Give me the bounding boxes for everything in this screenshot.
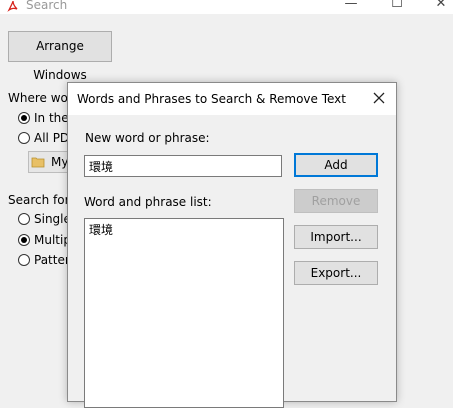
search-for-option-pattern: Patter bbox=[34, 253, 70, 267]
search-for-option-single: Single bbox=[34, 212, 71, 226]
folder-icon bbox=[31, 155, 45, 169]
folder-dropdown[interactable]: My bbox=[28, 151, 68, 173]
search-for-option-multiple: Multip bbox=[34, 233, 71, 247]
dialog-close-icon[interactable] bbox=[369, 88, 389, 108]
words-phrases-dialog: Words and Phrases to Search & Remove Tex… bbox=[67, 82, 397, 408]
close-button[interactable]: ✕ bbox=[426, 0, 453, 14]
import-button[interactable]: Import... bbox=[294, 225, 378, 249]
window-title: Search bbox=[26, 0, 68, 12]
maximize-button[interactable]: ☐ bbox=[382, 0, 412, 14]
acrobat-logo-icon bbox=[7, 0, 19, 12]
word-phrase-list[interactable]: 環境 bbox=[84, 218, 284, 408]
list-item[interactable]: 環境 bbox=[89, 221, 279, 238]
search-for-radio-pattern[interactable] bbox=[18, 254, 30, 266]
export-button[interactable]: Export... bbox=[294, 261, 378, 285]
remove-button[interactable]: Remove bbox=[294, 189, 378, 213]
search-window-titlebar: Search — ☐ ✕ bbox=[0, 0, 453, 14]
new-word-input[interactable]: 環境 bbox=[84, 155, 282, 177]
search-for-radio-single[interactable] bbox=[18, 213, 30, 225]
word-list-label: Word and phrase list: bbox=[84, 195, 212, 209]
minimize-button[interactable]: — bbox=[336, 0, 366, 14]
search-for-label: Search for: bbox=[8, 193, 74, 207]
where-label: Where wou bbox=[8, 91, 76, 105]
where-option-current: In the bbox=[34, 111, 69, 125]
dialog-titlebar: Words and Phrases to Search & Remove Tex… bbox=[68, 83, 396, 115]
arrange-windows-button[interactable]: Arrange Windows bbox=[8, 31, 112, 82]
where-option-all-pdfs: All PD bbox=[34, 131, 70, 145]
add-button[interactable]: Add bbox=[294, 153, 378, 177]
search-for-radio-multiple[interactable] bbox=[18, 234, 30, 246]
where-radio-all-pdfs[interactable] bbox=[18, 132, 30, 144]
dialog-title: Words and Phrases to Search & Remove Tex… bbox=[77, 92, 346, 106]
folder-label: My bbox=[51, 155, 69, 169]
where-radio-current[interactable] bbox=[18, 112, 30, 124]
new-word-label: New word or phrase: bbox=[85, 131, 210, 145]
